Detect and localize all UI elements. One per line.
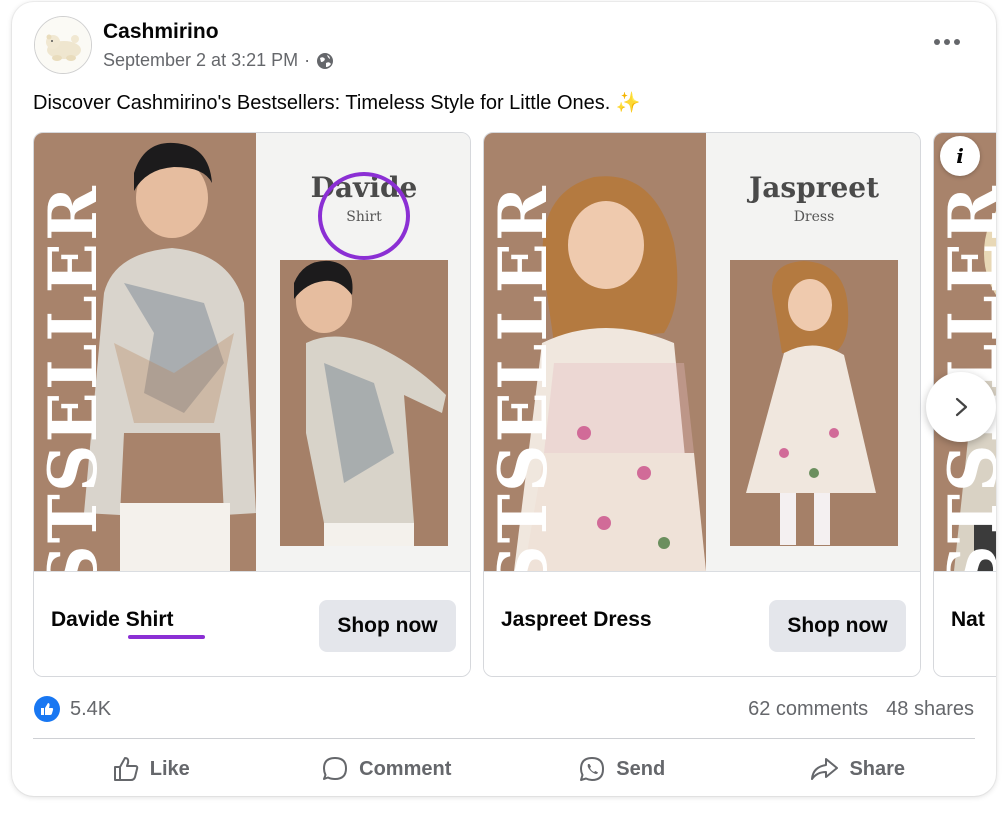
- whatsapp-icon: [580, 757, 605, 781]
- panel-title: Davide: [310, 171, 418, 204]
- dot-icon: [954, 39, 960, 45]
- comment-label: Comment: [359, 757, 452, 780]
- chevron-right-icon: [955, 397, 968, 417]
- reaction-summary[interactable]: 5.4K: [34, 696, 111, 722]
- product-name[interactable]: Nat: [951, 608, 985, 632]
- like-button[interactable]: Like: [33, 746, 269, 792]
- post-card: Cashmirino September 2 at 3:21 PM · Disc…: [12, 2, 996, 796]
- product-image-nat[interactable]: BESTSELLER: [934, 133, 996, 571]
- product-carousel[interactable]: BESTSELLER Davide Shirt Davide Shirt Sho…: [33, 132, 996, 680]
- post-caption: Discover Cashmirino's Bestsellers: Timel…: [33, 92, 611, 114]
- page-avatar[interactable]: [34, 16, 92, 74]
- post-timestamp[interactable]: September 2 at 3:21 PM: [103, 50, 298, 71]
- product-name[interactable]: Jaspreet Dress: [501, 608, 652, 632]
- actions-divider: [33, 738, 975, 739]
- comment-bubble-icon: [323, 757, 348, 780]
- bear-logo-icon: [35, 17, 91, 73]
- comment-button[interactable]: Comment: [269, 746, 505, 792]
- shop-now-button[interactable]: Shop now: [769, 600, 906, 652]
- product-name[interactable]: Davide Shirt: [51, 608, 174, 632]
- panel-subtitle: Shirt: [346, 209, 382, 225]
- send-button[interactable]: Send: [504, 746, 740, 792]
- globe-icon: [316, 52, 334, 70]
- action-bar: Like Comment Send Share: [33, 746, 975, 792]
- share-arrow-icon: [811, 758, 839, 780]
- slide-footer: Nat: [934, 571, 996, 676]
- share-button[interactable]: Share: [740, 746, 976, 792]
- slide-footer: Davide Shirt Shop now: [34, 571, 470, 676]
- carousel-next-button[interactable]: [926, 372, 996, 442]
- thumbs-up-icon: [113, 757, 138, 781]
- info-icon: i: [956, 144, 964, 168]
- meta-separator: ·: [304, 50, 311, 70]
- like-reaction-icon: [34, 696, 60, 722]
- panel-subtitle: Dress: [793, 209, 835, 225]
- more-options-button[interactable]: [932, 30, 962, 54]
- post-text: Discover Cashmirino's Bestsellers: Timel…: [33, 90, 641, 115]
- like-label: Like: [149, 757, 190, 780]
- dot-icon: [934, 39, 940, 45]
- post-meta: September 2 at 3:21 PM ·: [103, 50, 334, 71]
- reaction-count[interactable]: 5.4K: [70, 698, 111, 721]
- panel-title: Jaspreet: [748, 171, 880, 204]
- product-image-jaspreet[interactable]: BESTSELLER Jaspreet Dress: [484, 133, 920, 571]
- share-label: Share: [849, 757, 906, 780]
- bestseller-banner: BESTSELLER: [484, 184, 562, 571]
- send-label: Send: [616, 757, 666, 780]
- sparkle-emoji: ✨: [615, 92, 641, 114]
- page-name[interactable]: Cashmirino: [103, 20, 219, 44]
- info-button[interactable]: i: [940, 136, 980, 176]
- slide-footer: Jaspreet Dress Shop now: [484, 571, 920, 676]
- shares-count[interactable]: 48 shares: [886, 698, 974, 721]
- engagement-stats: 62 comments 48 shares: [748, 698, 974, 721]
- dot-icon: [944, 39, 950, 45]
- bestseller-banner: BESTSELLER: [34, 184, 112, 571]
- carousel-slide-davide[interactable]: BESTSELLER Davide Shirt Davide Shirt Sho…: [33, 132, 471, 677]
- shop-now-button[interactable]: Shop now: [319, 600, 456, 652]
- product-image-davide[interactable]: BESTSELLER Davide Shirt: [34, 133, 470, 571]
- comments-count[interactable]: 62 comments: [748, 698, 868, 721]
- carousel-slide-jaspreet[interactable]: BESTSELLER Jaspreet Dress Jaspreet Dress…: [483, 132, 921, 677]
